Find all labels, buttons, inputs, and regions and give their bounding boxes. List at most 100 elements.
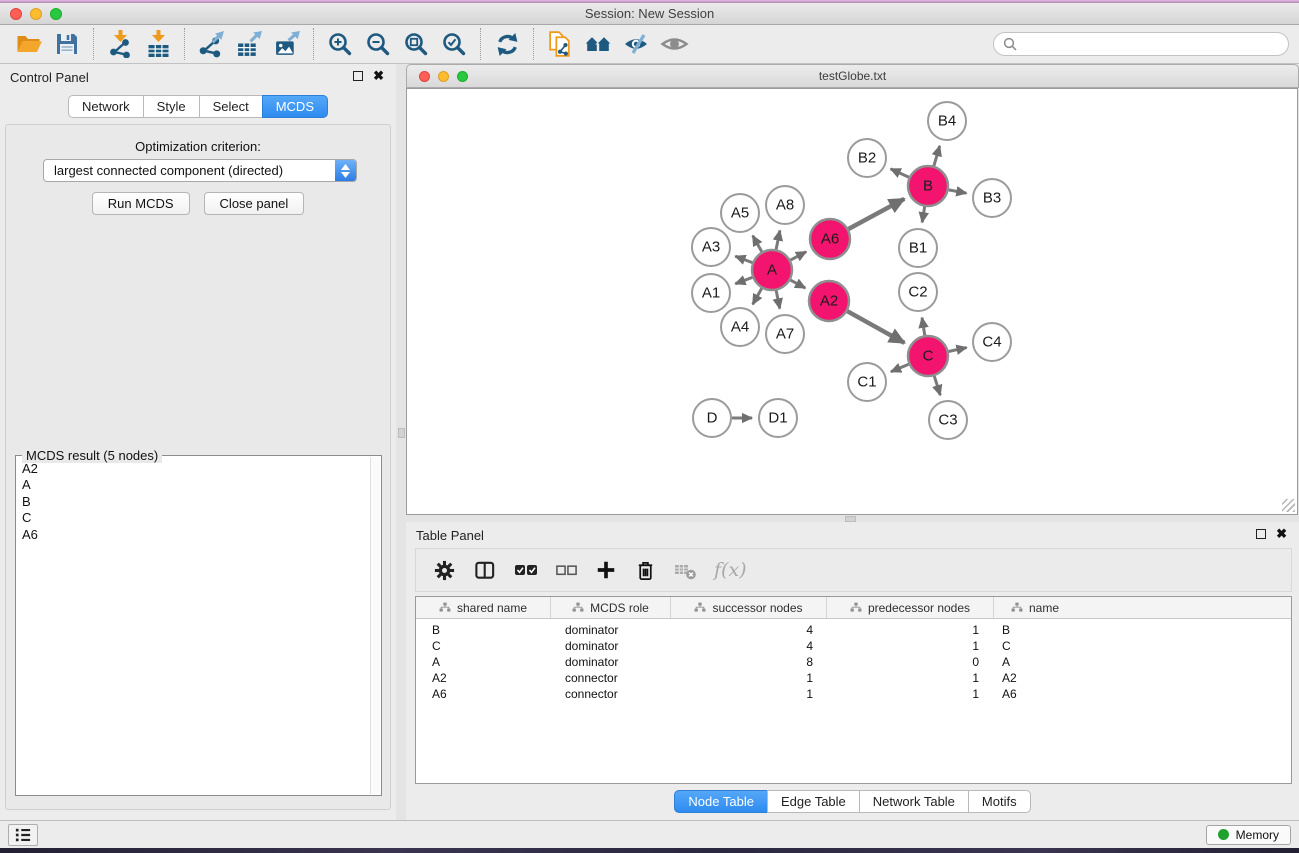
node-A6[interactable]: A6 [810, 219, 850, 259]
memory-button[interactable]: Memory [1206, 825, 1291, 845]
close-table-panel-icon[interactable]: ✖ [1276, 529, 1287, 539]
column-header-predecessor-nodes[interactable]: predecessor nodes [827, 597, 994, 618]
node-B[interactable]: B [908, 166, 948, 206]
tab-node-table[interactable]: Node Table [674, 790, 768, 813]
edge-B-B3[interactable] [949, 190, 967, 193]
tab-network-table[interactable]: Network Table [859, 790, 969, 813]
node-D1[interactable]: D1 [759, 399, 797, 437]
edge-A6-B[interactable] [848, 199, 904, 229]
node-A5[interactable]: A5 [721, 194, 759, 232]
edge-A-A5[interactable] [753, 236, 762, 252]
mcds-result-item[interactable]: B [16, 494, 369, 510]
node-C4[interactable]: C4 [973, 323, 1011, 361]
edge-A-A7[interactable] [776, 291, 780, 309]
export-image-button[interactable] [268, 26, 306, 62]
result-scrollbar[interactable] [370, 457, 380, 794]
edge-A-A6[interactable] [791, 252, 807, 260]
node-A7[interactable]: A7 [766, 315, 804, 353]
edge-C-C4[interactable] [949, 348, 967, 352]
edge-C-C1[interactable] [891, 364, 909, 372]
edge-B-B2[interactable] [891, 169, 909, 177]
edge-A2-C[interactable] [847, 311, 904, 343]
mcds-result-item[interactable]: C [16, 510, 369, 526]
mcds-result-item[interactable]: A6 [16, 527, 369, 543]
search-input[interactable] [1022, 37, 1279, 52]
edge-A-A4[interactable] [753, 288, 762, 304]
edge-B-B4[interactable] [934, 146, 940, 166]
select-all-button[interactable] [514, 559, 538, 581]
criterion-dropdown[interactable]: largest connected component (directed) [43, 159, 357, 182]
table-row[interactable]: Adominator80A [416, 654, 1291, 670]
edge-B-B1[interactable] [922, 207, 925, 223]
edge-A-A1[interactable] [735, 277, 752, 283]
network-canvas[interactable]: B4 B2 B B3 A5A8A6 B1 A3 A C2 A1 A2 A4A7 C4 C C1 D D1 C3 [406, 88, 1298, 515]
node-C2[interactable]: C2 [899, 273, 937, 311]
edge-A-A3[interactable] [735, 256, 752, 262]
close-panel-button[interactable]: Close panel [204, 192, 305, 215]
node-A2[interactable]: A2 [809, 281, 849, 321]
deselect-all-button[interactable] [555, 559, 578, 581]
float-panel-icon[interactable] [353, 71, 363, 81]
edge-C-C3[interactable] [934, 376, 940, 395]
node-C[interactable]: C [908, 336, 948, 376]
show-all-networks-button[interactable] [579, 26, 617, 62]
open-session-button[interactable] [10, 26, 48, 62]
column-header-name[interactable]: name [994, 597, 1076, 618]
node-A1[interactable]: A1 [692, 274, 730, 312]
node-B2[interactable]: B2 [848, 139, 886, 177]
save-session-button[interactable] [48, 26, 86, 62]
duplicate-network-button[interactable] [541, 26, 579, 62]
table-row[interactable]: A2connector11A2 [416, 670, 1291, 686]
zoom-selected-button[interactable] [435, 26, 473, 62]
table-settings-button[interactable] [433, 559, 456, 582]
zoom-out-button[interactable] [359, 26, 397, 62]
mcds-result-item[interactable]: A [16, 477, 369, 493]
column-header-MCDS-role[interactable]: MCDS role [551, 597, 671, 618]
task-history-button[interactable] [8, 824, 38, 846]
column-header-successor-nodes[interactable]: successor nodes [671, 597, 827, 618]
node-C1[interactable]: C1 [848, 363, 886, 401]
export-table-button[interactable] [230, 26, 268, 62]
zoom-in-button[interactable] [321, 26, 359, 62]
tab-mcds[interactable]: MCDS [262, 95, 328, 118]
hide-selected-button[interactable] [617, 26, 655, 62]
export-network-button[interactable] [192, 26, 230, 62]
edge-A-A8[interactable] [776, 230, 780, 249]
tab-network[interactable]: Network [68, 95, 144, 118]
apply-layout-button[interactable] [488, 26, 526, 62]
table-row[interactable]: Cdominator41C [416, 638, 1291, 654]
import-table-button[interactable] [139, 26, 177, 62]
resize-grip-icon[interactable] [1282, 499, 1295, 512]
node-A3[interactable]: A3 [692, 228, 730, 266]
function-builder-button[interactable]: f(x) [714, 559, 747, 581]
edge-C-C2[interactable] [922, 318, 925, 336]
add-column-button[interactable] [595, 559, 617, 581]
tab-motifs[interactable]: Motifs [968, 790, 1031, 813]
node-A8[interactable]: A8 [766, 186, 804, 224]
node-B3[interactable]: B3 [973, 179, 1011, 217]
vertical-splitter[interactable] [396, 64, 406, 820]
node-B4[interactable]: B4 [928, 102, 966, 140]
close-panel-icon[interactable]: ✖ [373, 71, 384, 81]
mcds-result-item[interactable]: A2 [16, 461, 369, 477]
edge-A-A2[interactable] [790, 280, 805, 288]
import-network-button[interactable] [101, 26, 139, 62]
tab-style[interactable]: Style [143, 95, 200, 118]
delete-column-button[interactable] [634, 559, 657, 582]
show-selected-button[interactable] [655, 26, 693, 62]
node-C3[interactable]: C3 [929, 401, 967, 439]
vertical-splitter-handle[interactable] [398, 428, 405, 438]
tab-select[interactable]: Select [199, 95, 263, 118]
node-A[interactable]: A [752, 250, 792, 290]
column-visibility-button[interactable] [473, 559, 497, 582]
node-A4[interactable]: A4 [721, 308, 759, 346]
table-row[interactable]: Bdominator41B [416, 622, 1291, 638]
float-table-panel-icon[interactable] [1256, 529, 1266, 539]
zoom-fit-button[interactable] [397, 26, 435, 62]
tab-edge-table[interactable]: Edge Table [767, 790, 860, 813]
node-D[interactable]: D [693, 399, 731, 437]
node-B1[interactable]: B1 [899, 229, 937, 267]
table-row[interactable]: A6connector11A6 [416, 686, 1291, 702]
column-header-shared-name[interactable]: shared name [416, 597, 551, 618]
delete-table-button[interactable] [674, 559, 697, 581]
